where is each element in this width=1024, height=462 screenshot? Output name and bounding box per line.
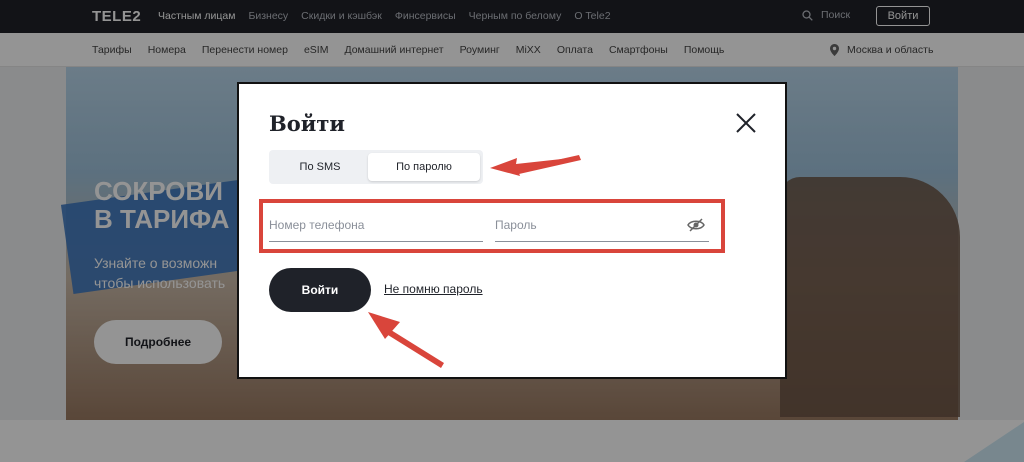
eye-off-icon[interactable]	[687, 218, 705, 232]
close-icon[interactable]	[735, 112, 757, 134]
phone-input[interactable]	[269, 210, 483, 240]
password-field	[495, 210, 709, 242]
login-method-tabs: По SMS По паролю	[269, 150, 483, 184]
modal-title: Войти	[269, 111, 345, 136]
login-submit-button[interactable]: Войти	[269, 268, 371, 312]
password-input[interactable]	[495, 210, 709, 240]
tab-password[interactable]: По паролю	[368, 153, 480, 181]
phone-field	[269, 210, 483, 242]
tab-sms[interactable]: По SMS	[272, 153, 368, 181]
forgot-password-link[interactable]: Не помню пароль	[384, 282, 483, 296]
fields-highlight	[259, 199, 725, 253]
login-modal: Войти По SMS По паролю Войти Не помню па…	[237, 82, 787, 379]
